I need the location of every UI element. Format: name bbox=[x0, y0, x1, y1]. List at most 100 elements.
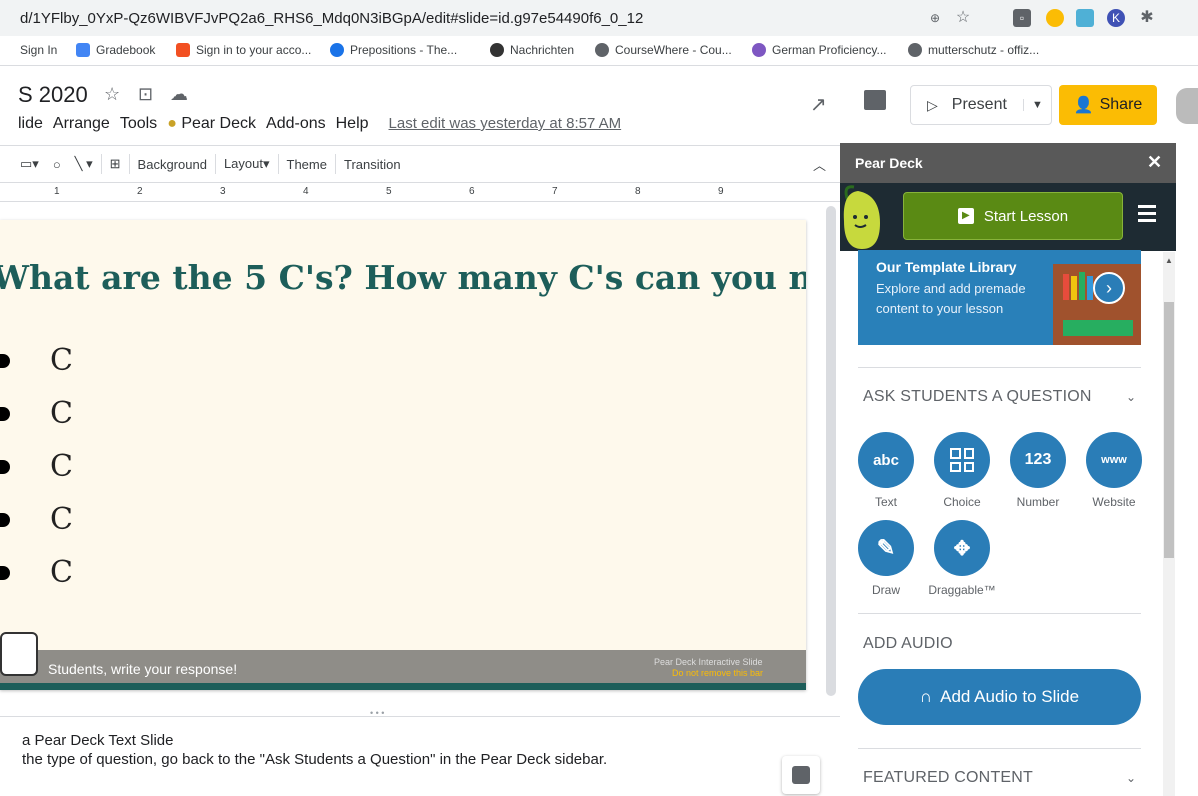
share-button[interactable]: 👤 Share bbox=[1059, 85, 1157, 125]
question-label: Website bbox=[1092, 495, 1136, 509]
sidebar-scroll-thumb[interactable] bbox=[1164, 302, 1174, 558]
bullet-text: C bbox=[50, 555, 73, 590]
slide-title[interactable]: What are the 5 C's? How many C's can you… bbox=[0, 258, 806, 297]
bookmark-label: Sign In bbox=[20, 43, 58, 57]
slide[interactable]: What are the 5 C's? How many C's can you… bbox=[0, 220, 806, 690]
address-bar[interactable]: d/1YFlby_0YxP-Qz6WIBVFJvPQ2a6_RHS6_Mdq0N… bbox=[0, 0, 1198, 36]
comments-icon[interactable] bbox=[864, 90, 886, 110]
scroll-up-icon[interactable]: ▲ bbox=[1165, 256, 1173, 265]
divider bbox=[334, 154, 336, 174]
bookmark-label: German Proficiency... bbox=[772, 43, 887, 57]
activity-icon[interactable]: ↗ bbox=[810, 92, 827, 117]
puzzle-icon[interactable]: ✱ bbox=[1138, 9, 1156, 27]
canvas-scrollbar[interactable] bbox=[826, 206, 836, 696]
star-icon[interactable]: ☆ bbox=[104, 84, 120, 105]
zoom-icon[interactable]: ⊕ bbox=[926, 9, 944, 27]
draw-question-button[interactable]: ✎ bbox=[858, 520, 914, 576]
url-text[interactable]: d/1YFlby_0YxP-Qz6WIBVFJvPQ2a6_RHS6_Mdq0N… bbox=[20, 10, 643, 27]
menu-addons[interactable]: Add-ons bbox=[266, 115, 326, 133]
featured-content-header[interactable]: FEATURED CONTENT bbox=[863, 769, 1033, 787]
menu-pear-deck[interactable]: ● Pear Deck bbox=[167, 115, 256, 133]
explore-button[interactable] bbox=[782, 756, 820, 794]
bullet-text: C bbox=[50, 396, 73, 431]
question-label: Draw bbox=[871, 583, 900, 597]
response-bar-note: Pear Deck Interactive Slide bbox=[654, 657, 763, 667]
extension-color-icon[interactable] bbox=[1046, 9, 1064, 27]
theme-button[interactable]: Theme bbox=[287, 157, 327, 172]
choice-question-button[interactable] bbox=[934, 432, 990, 488]
question-label: Number bbox=[1016, 495, 1060, 509]
present-button[interactable]: ▷ Present ▼ bbox=[910, 85, 1052, 125]
chevron-down-icon[interactable]: ⌄ bbox=[1126, 771, 1136, 785]
last-edit-link[interactable]: Last edit was yesterday at 8:57 AM bbox=[389, 115, 622, 133]
start-lesson-button[interactable]: ▶ Start Lesson bbox=[903, 192, 1123, 240]
bookmark-label: mutterschutz - offiz... bbox=[928, 43, 1040, 57]
bookmark-item[interactable]: Nachrichten bbox=[490, 43, 574, 57]
bookmark-item[interactable]: German Proficiency... bbox=[752, 43, 886, 57]
ruler-mark: 7 bbox=[552, 186, 558, 197]
bookmark-item[interactable]: mutterschutz - offiz... bbox=[908, 43, 1039, 57]
bookmark-item[interactable]: Sign In bbox=[20, 43, 57, 57]
number-question-button[interactable]: 123 bbox=[1010, 432, 1066, 488]
bullet-dot bbox=[0, 512, 10, 527]
menu-slide[interactable]: lide bbox=[18, 115, 43, 133]
toolbar: ▭▾ ○ ╲ ▾ ⊞ Background Layout▾ Theme Tran… bbox=[0, 145, 840, 183]
text-question-button[interactable]: abc bbox=[858, 432, 914, 488]
image-icon[interactable]: ▭▾ bbox=[20, 156, 39, 172]
doc-title[interactable]: S 2020 bbox=[18, 82, 88, 108]
bullet-item[interactable]: C bbox=[0, 396, 73, 431]
avatar[interactable] bbox=[1176, 88, 1198, 124]
chevron-right-icon[interactable]: › bbox=[1093, 272, 1125, 304]
bookmark-item[interactable]: Prepositions - The... bbox=[330, 43, 457, 57]
bookmark-star-icon[interactable]: ☆ bbox=[954, 9, 972, 27]
layout-button[interactable]: Layout▾ bbox=[224, 156, 270, 172]
extension-blue-icon[interactable] bbox=[1076, 9, 1094, 27]
bullet-item[interactable]: C bbox=[0, 502, 73, 537]
share-label: Share bbox=[1099, 96, 1143, 113]
line-icon[interactable]: ╲ ▾ bbox=[75, 156, 93, 172]
menu-icon[interactable] bbox=[1138, 205, 1156, 208]
bookmark-label: Prepositions - The... bbox=[350, 43, 458, 57]
draggable-question-button[interactable]: ✥ bbox=[934, 520, 990, 576]
bookmark-label: Sign in to your acco... bbox=[196, 43, 312, 57]
add-audio-button[interactable]: ∩ Add Audio to Slide bbox=[858, 669, 1141, 725]
ask-students-header[interactable]: ASK STUDENTS A QUESTION bbox=[863, 388, 1092, 406]
chevron-down-icon[interactable]: ⌄ bbox=[1126, 390, 1136, 404]
extension-icon[interactable]: ▫ bbox=[1013, 9, 1031, 27]
resize-handle-icon[interactable]: • • • bbox=[370, 708, 384, 718]
bullet-item[interactable]: C bbox=[0, 343, 73, 378]
question-label: Text bbox=[874, 495, 897, 509]
present-icon: ▷ bbox=[927, 96, 938, 113]
bookmark-item[interactable]: Gradebook bbox=[76, 43, 155, 57]
close-icon[interactable]: ✕ bbox=[1147, 152, 1162, 173]
bookmark-item[interactable]: CourseWhere - Cou... bbox=[595, 43, 732, 57]
shape-icon[interactable]: ○ bbox=[53, 157, 61, 172]
menu-label: Pear Deck bbox=[181, 115, 257, 132]
bullet-dot bbox=[0, 353, 10, 368]
template-desc: content to your lesson bbox=[876, 301, 1004, 316]
menu-tools[interactable]: Tools bbox=[120, 115, 157, 133]
collapse-icon[interactable]: ︿ bbox=[813, 155, 826, 174]
response-bar-warning: Do not remove this bar bbox=[672, 668, 764, 678]
extension-k-icon[interactable]: K bbox=[1107, 9, 1125, 27]
grid-icon bbox=[950, 448, 974, 472]
gradebook-icon bbox=[76, 43, 90, 57]
chevron-down-icon[interactable]: ▼ bbox=[1023, 99, 1051, 111]
background-button[interactable]: Background bbox=[138, 157, 207, 172]
template-library-card[interactable]: Our Template Library Explore and add pre… bbox=[858, 250, 1141, 345]
transition-button[interactable]: Transition bbox=[344, 157, 401, 172]
move-folder-icon[interactable]: ⊡ bbox=[138, 84, 153, 105]
explore-icon bbox=[792, 766, 810, 784]
menu-help[interactable]: Help bbox=[336, 115, 369, 133]
add-comment-icon[interactable]: ⊞ bbox=[110, 156, 121, 172]
website-question-button[interactable]: www bbox=[1086, 432, 1142, 488]
divider bbox=[858, 613, 1141, 614]
lock-person-icon: 👤 bbox=[1073, 97, 1094, 114]
divider bbox=[858, 367, 1141, 368]
bullet-item[interactable]: C bbox=[0, 449, 73, 484]
globe-icon bbox=[595, 43, 609, 57]
bullet-text: C bbox=[50, 449, 73, 484]
bookmark-item[interactable]: Sign in to your acco... bbox=[176, 43, 311, 57]
bullet-item[interactable]: C bbox=[0, 555, 73, 590]
menu-arrange[interactable]: Arrange bbox=[53, 115, 110, 133]
